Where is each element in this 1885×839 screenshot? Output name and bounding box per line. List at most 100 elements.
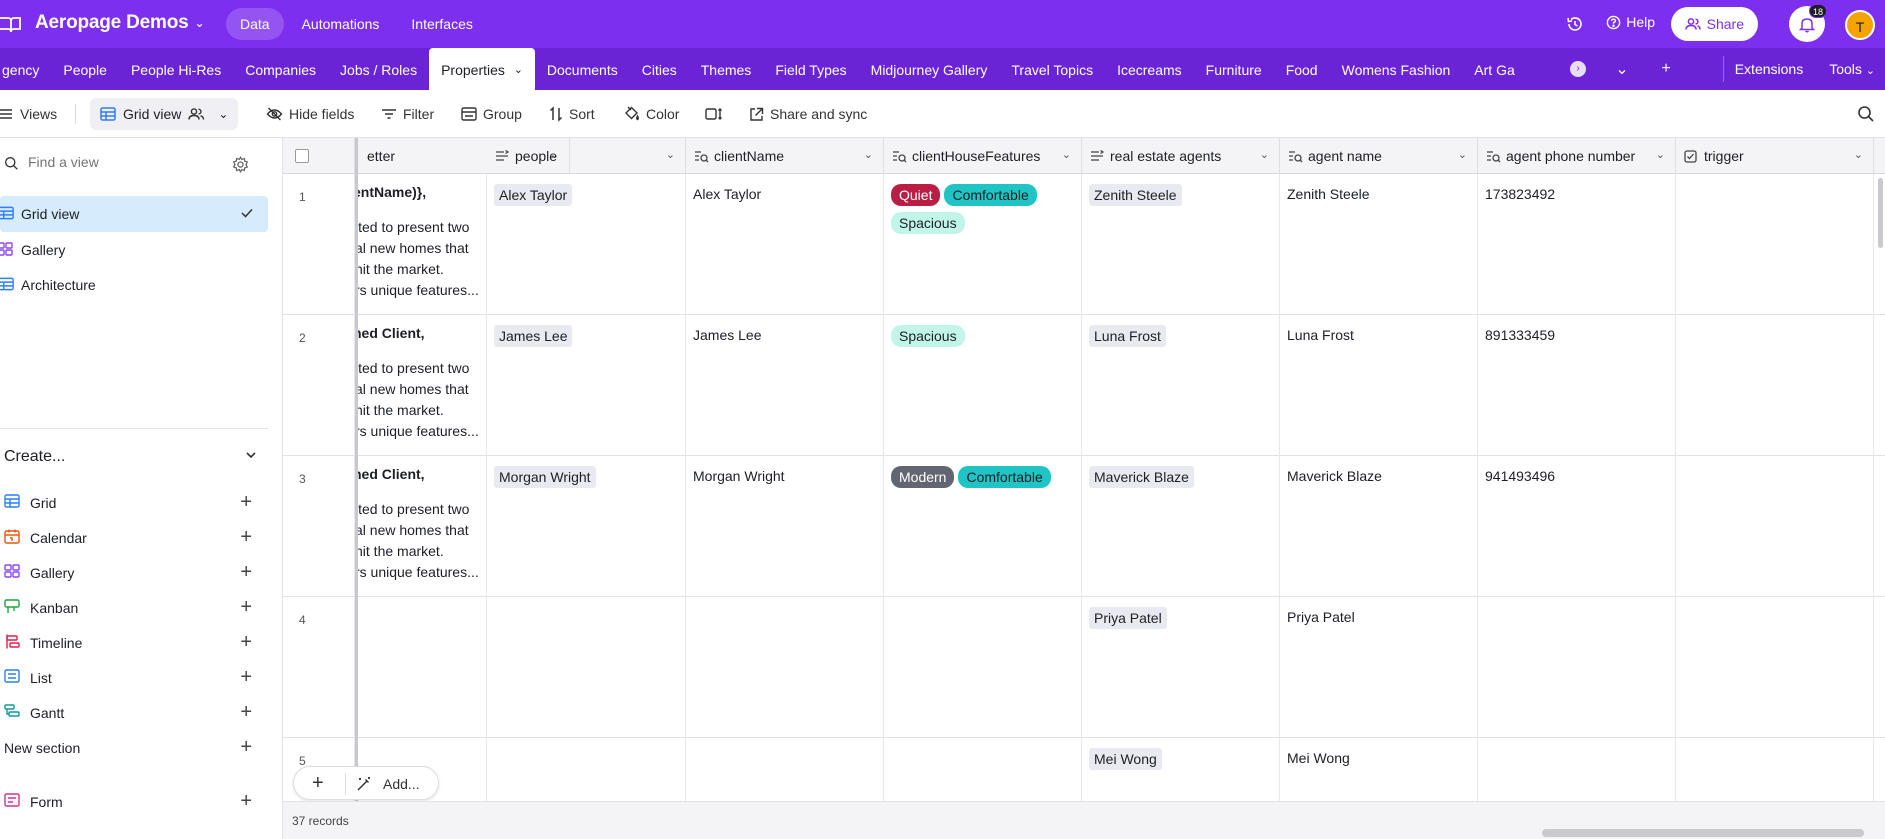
cell-people[interactable]: Morgan Wright [487, 456, 686, 597]
cell-trigger[interactable] [1676, 738, 1874, 801]
base-name[interactable]: Aeropage Demos ⌄ [35, 12, 205, 34]
cell-clientname[interactable]: Alex Taylor [686, 174, 884, 315]
cell-features[interactable] [884, 738, 1082, 801]
cell-features[interactable]: Spacious [884, 315, 1082, 456]
tab-cities[interactable]: Cities [630, 48, 689, 90]
create-gallery[interactable]: Gallery + [0, 558, 258, 588]
history-icon[interactable] [1565, 14, 1585, 34]
create-calendar[interactable]: Calendar + [0, 523, 258, 553]
tab-furniture[interactable]: Furniture [1194, 48, 1274, 90]
hide-fields-button[interactable]: Hide fields [266, 102, 354, 126]
gear-icon[interactable] [232, 156, 249, 173]
column-header-clienthousefeatures[interactable]: clientHouseFeatures ⌄ [884, 138, 1082, 174]
column-header-clientname[interactable]: clientName ⌄ [686, 138, 884, 174]
tab-people[interactable]: People [51, 48, 119, 90]
frozen-column-divider[interactable] [355, 138, 358, 801]
share-button[interactable]: Share [1670, 7, 1758, 41]
create-gantt[interactable]: Gantt + [0, 698, 258, 728]
chevron-down-icon[interactable]: ⌄ [1260, 148, 1269, 161]
cell-letter[interactable]: ned Client, ited to present two al new hom… [355, 315, 487, 456]
group-button[interactable]: Group [461, 102, 522, 126]
notifications-button[interactable]: 18 [1789, 4, 1827, 42]
views-toggle[interactable]: Views [0, 102, 57, 126]
cell-phone[interactable]: 173823492 [1478, 174, 1676, 315]
cell-agent-name[interactable]: Priya Patel [1280, 597, 1478, 738]
scroll-tabs-button[interactable]: › [1556, 48, 1600, 90]
cell-features[interactable]: Modern Comfortable [884, 456, 1082, 597]
tab-agency[interactable]: gency [0, 48, 51, 90]
tab-art-gallery[interactable]: Art Ga [1462, 48, 1526, 90]
cell-agent[interactable]: Zenith Steele [1082, 174, 1280, 315]
sort-button[interactable]: Sort [549, 102, 595, 126]
cell-trigger[interactable] [1676, 174, 1874, 315]
cell-people[interactable]: James Lee [487, 315, 686, 456]
cell-people[interactable] [487, 597, 686, 738]
magic-wand-icon[interactable] [356, 776, 372, 792]
chevron-down-icon[interactable]: ⌄ [514, 48, 523, 90]
cell-clientname[interactable]: Morgan Wright [686, 456, 884, 597]
column-header-agent-phone-number[interactable]: agent phone number ⌄ [1478, 138, 1676, 174]
search-icon[interactable] [1857, 105, 1875, 123]
cell-phone[interactable] [1478, 597, 1676, 738]
nav-automations[interactable]: Automations [288, 8, 394, 40]
create-grid[interactable]: Grid + [0, 488, 258, 518]
tools-button[interactable]: Tools ⌄ [1829, 61, 1875, 77]
view-item-gallery[interactable]: Gallery [0, 232, 268, 268]
tab-properties[interactable]: Properties ⌄ [429, 48, 535, 90]
cell-phone[interactable]: 891333459 [1478, 315, 1676, 456]
cell-people[interactable] [487, 738, 686, 801]
tab-people-hi-res[interactable]: People Hi-Res [119, 48, 233, 90]
row-number-cell[interactable]: 4 [283, 597, 355, 738]
create-section-toggle[interactable]: Create... [4, 448, 258, 466]
cell-trigger[interactable] [1676, 315, 1874, 456]
cell-features[interactable] [884, 597, 1082, 738]
table-row[interactable]: 4 Priya Patel Priya Patel [283, 597, 1885, 738]
column-header-agent-name[interactable]: agent name ⌄ [1280, 138, 1478, 174]
nav-data[interactable]: Data [226, 8, 284, 40]
cell-phone[interactable] [1478, 738, 1676, 801]
view-item-architecture[interactable]: Architecture [0, 267, 268, 303]
cell-agent-name[interactable]: Maverick Blaze [1280, 456, 1478, 597]
cell-agent[interactable]: Maverick Blaze [1082, 456, 1280, 597]
create-list[interactable]: List + [0, 663, 258, 693]
linked-record-chip[interactable]: James Lee [494, 325, 573, 347]
create-form[interactable]: Form + [0, 787, 258, 817]
cell-features[interactable]: Quiet Comfortable Spacious [884, 174, 1082, 315]
column-header-real-estate-agents[interactable]: real estate agents ⌄ [1082, 138, 1280, 174]
create-kanban[interactable]: Kanban + [0, 593, 258, 623]
cell-clientname[interactable]: James Lee [686, 315, 884, 456]
tab-field-types[interactable]: Field Types [763, 48, 858, 90]
row-height-button[interactable] [705, 102, 723, 126]
table-row[interactable]: 3 ned Client, ited to present two al new ho… [283, 456, 1885, 597]
help-button[interactable]: Help [1606, 14, 1655, 30]
linked-record-chip[interactable]: Luna Frost [1089, 325, 1166, 347]
cell-letter[interactable]: entName)}, ited to present two al new home… [355, 174, 487, 315]
all-tables-button[interactable]: ⌄ [1600, 48, 1644, 90]
add-table-button[interactable]: + [1644, 48, 1688, 90]
chevron-down-icon[interactable]: ⌄ [1656, 148, 1665, 161]
row-number-cell[interactable]: 3 [283, 456, 355, 597]
create-new-section[interactable]: New section + [0, 733, 258, 763]
nav-interfaces[interactable]: Interfaces [397, 8, 486, 40]
tab-travel-topics[interactable]: Travel Topics [999, 48, 1105, 90]
find-view-input[interactable] [28, 154, 228, 170]
column-header-people[interactable]: people ⌄ [487, 138, 686, 174]
cell-clientname[interactable] [686, 597, 884, 738]
horizontal-scrollbar[interactable] [1542, 829, 1864, 837]
row-number-cell[interactable]: 1 [283, 174, 355, 315]
cell-letter[interactable] [355, 597, 487, 738]
filter-button[interactable]: Filter [381, 102, 434, 126]
select-all-checkbox[interactable] [295, 149, 309, 163]
grid-view-selector[interactable]: Grid view ⌄ [90, 98, 239, 130]
chevron-down-icon[interactable]: ⌄ [666, 148, 675, 161]
extensions-button[interactable]: Extensions [1735, 61, 1803, 77]
cell-trigger[interactable] [1676, 597, 1874, 738]
linked-record-chip[interactable]: Alex Taylor [494, 184, 573, 206]
cell-agent-name[interactable]: Luna Frost [1280, 315, 1478, 456]
tab-icecreams[interactable]: Icecreams [1105, 48, 1194, 90]
chevron-down-icon[interactable]: ⌄ [1854, 148, 1863, 161]
chevron-down-icon[interactable]: ⌄ [1062, 148, 1071, 161]
tab-documents[interactable]: Documents [535, 48, 630, 90]
linked-record-chip[interactable]: Mei Wong [1089, 748, 1162, 770]
tab-womens-fashion[interactable]: Womens Fashion [1330, 48, 1463, 90]
